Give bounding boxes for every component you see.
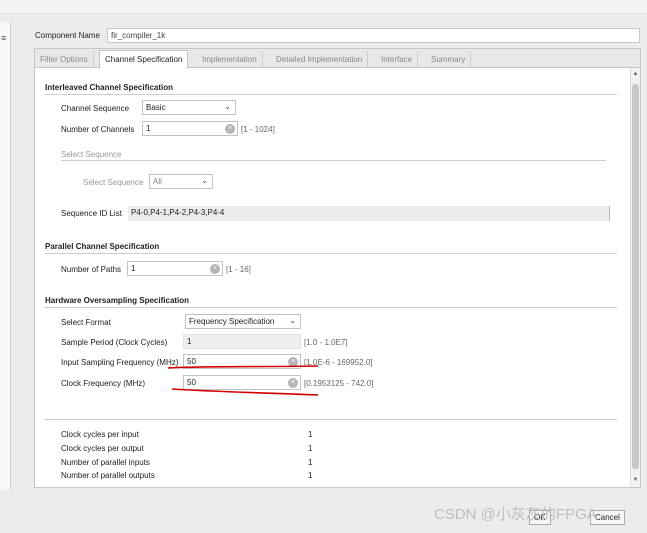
input-sampling-frequency-range: [1.0E-6 - 169952.0] xyxy=(304,358,373,367)
tab-detailed-implementation[interactable]: Detailed Implementation xyxy=(271,51,369,68)
input-sampling-frequency-value: 50 xyxy=(187,357,196,366)
summary-label: Clock cycles per input xyxy=(61,430,139,439)
interleaved-section-title: Interleaved Channel Specification xyxy=(45,83,174,92)
sample-period-field: 1 xyxy=(183,334,301,349)
number-of-channels-input[interactable]: 1 × xyxy=(142,121,238,136)
clear-icon[interactable]: × xyxy=(288,357,298,367)
select-format-value: Frequency Specification xyxy=(189,317,275,326)
clock-frequency-label: Clock Frequency (MHz) xyxy=(61,379,146,388)
summary-value: 1 xyxy=(308,471,313,480)
tab-implementation[interactable]: Implementation xyxy=(197,51,263,68)
scroll-down-arrow-icon[interactable]: ▼ xyxy=(631,476,640,485)
select-sequence-group-title: Select Sequence xyxy=(61,150,122,159)
chevron-down-icon: ⌄ xyxy=(224,102,231,111)
window-top-band xyxy=(0,0,647,14)
clear-icon[interactable]: × xyxy=(210,264,220,274)
tab-channel-specification[interactable]: Channel Specification xyxy=(99,50,189,69)
parallel-section-title: Parallel Channel Specification xyxy=(45,242,160,251)
interleaved-divider xyxy=(45,94,617,95)
chevron-down-icon: ⌄ xyxy=(201,176,208,185)
sample-period-label: Sample Period (Clock Cycles) xyxy=(61,338,168,347)
clear-icon[interactable]: × xyxy=(288,378,298,388)
channel-sequence-select[interactable]: Basic ⌄ xyxy=(142,100,236,115)
clock-frequency-input[interactable]: 50 × xyxy=(183,375,301,390)
summary-divider xyxy=(45,419,617,420)
summary-label: Number of parallel outputs xyxy=(61,471,155,480)
tab-summary[interactable]: Summary xyxy=(426,51,472,68)
parallel-divider xyxy=(45,253,617,254)
number-of-paths-label: Number of Paths xyxy=(61,265,122,274)
hamburger-menu-icon[interactable]: ≡ xyxy=(1,33,6,43)
number-of-channels-value: 1 xyxy=(146,124,151,133)
number-of-paths-input[interactable]: 1 × xyxy=(127,261,223,276)
input-sampling-frequency-label: Input Sampling Frequency (MHz) xyxy=(61,358,179,367)
scroll-up-arrow-icon[interactable]: ▲ xyxy=(631,70,640,79)
select-sequence-select[interactable]: All ⌄ xyxy=(149,174,213,189)
sample-period-range: [1.0 - 1.0E7] xyxy=(304,338,348,347)
channel-sequence-label: Channel Sequence xyxy=(61,104,130,113)
number-of-channels-label: Number of Channels xyxy=(61,125,135,134)
settings-panel: Filter Options Channel Specification Imp… xyxy=(34,48,641,488)
select-sequence-divider xyxy=(61,160,606,161)
summary-label: Number of parallel inputs xyxy=(61,458,150,467)
component-name-input[interactable]: fir_compiler_1k xyxy=(107,28,640,43)
select-format-label: Select Format xyxy=(61,318,111,327)
select-sequence-value: All xyxy=(153,177,162,186)
number-of-channels-range: [1 - 1024] xyxy=(241,125,275,134)
input-sampling-frequency-input[interactable]: 50 × xyxy=(183,354,301,369)
watermark-text: CSDN @小灰灰的FPGA xyxy=(434,506,597,523)
scrollbar-thumb[interactable] xyxy=(632,84,639,469)
sequence-id-list-label: Sequence ID List xyxy=(61,209,122,218)
oversampling-section-title: Hardware Oversampling Specification xyxy=(45,296,190,305)
summary-value: 1 xyxy=(308,458,313,467)
clear-icon[interactable]: × xyxy=(225,124,235,134)
vertical-scrollbar[interactable]: ▲ ▼ xyxy=(630,68,640,487)
tab-filter-options[interactable]: Filter Options xyxy=(35,51,94,68)
select-format-select[interactable]: Frequency Specification ⌄ xyxy=(185,314,301,329)
oversampling-divider xyxy=(45,307,617,308)
number-of-paths-value: 1 xyxy=(131,264,136,273)
summary-label: Clock cycles per output xyxy=(61,444,144,453)
summary-value: 1 xyxy=(308,430,313,439)
left-side-panel xyxy=(0,22,11,490)
clock-frequency-range: [0.1953125 - 742.0] xyxy=(304,379,374,388)
channel-sequence-value: Basic xyxy=(146,103,166,112)
component-name-label: Component Name xyxy=(35,31,100,40)
clock-frequency-value: 50 xyxy=(187,378,196,387)
number-of-paths-range: [1 - 16] xyxy=(226,265,251,274)
tab-bar: Filter Options Channel Specification Imp… xyxy=(35,49,640,69)
sequence-id-list-value: P4-0,P4-1,P4-2,P4-3,P4-4 xyxy=(128,206,610,221)
chevron-down-icon: ⌄ xyxy=(289,316,296,325)
tab-interface[interactable]: Interface xyxy=(376,51,419,68)
select-sequence-label: Select Sequence xyxy=(83,178,144,187)
summary-value: 1 xyxy=(308,444,313,453)
